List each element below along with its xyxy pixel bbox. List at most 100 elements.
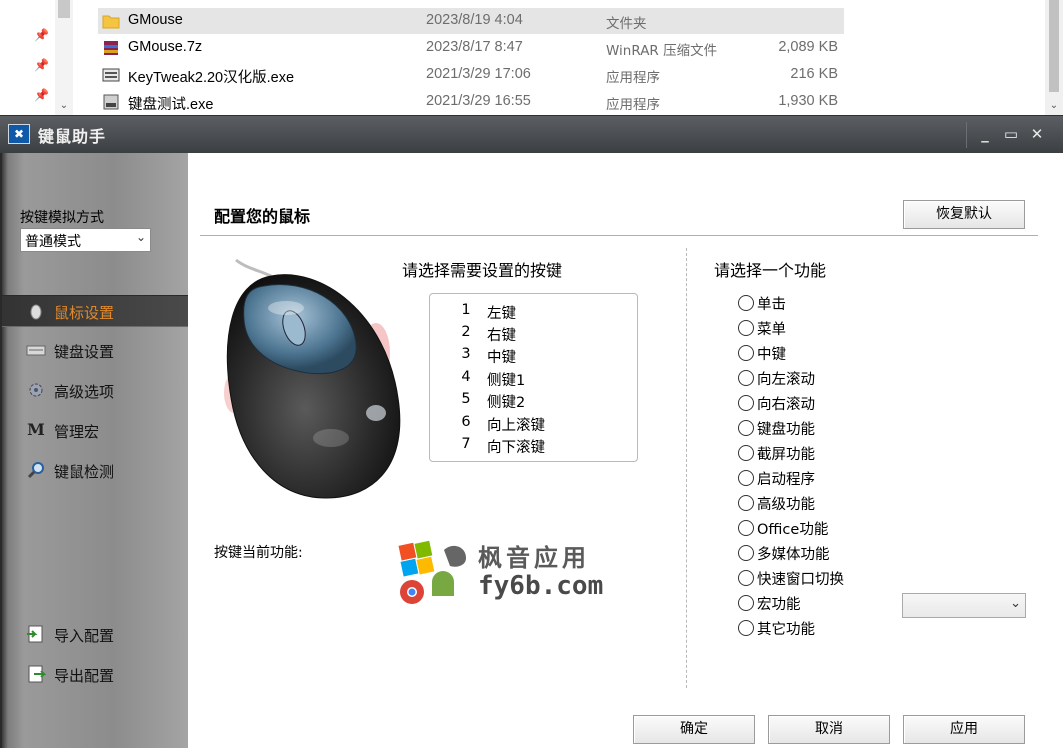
sidebar-item-label: 键盘设置 xyxy=(54,343,115,361)
minimize-button[interactable]: _ xyxy=(972,122,998,146)
macro-icon: M xyxy=(27,420,45,439)
radio-label: 其它功能 xyxy=(757,622,815,638)
file-type: 应用程序 xyxy=(606,97,660,113)
file-date: 2023/8/17 8:47 xyxy=(426,39,523,55)
key-label: 中键 xyxy=(487,350,516,366)
chevron-down-icon: ⌄ xyxy=(135,230,146,244)
maximize-button[interactable]: ▭ xyxy=(998,122,1024,146)
file-list-scrollbar[interactable]: ⌄ xyxy=(1045,0,1063,115)
mode-select[interactable]: 普通模式 ⌄ xyxy=(20,228,151,252)
pin-icon[interactable]: 📌 xyxy=(34,28,49,42)
file-type: 文件夹 xyxy=(606,16,647,32)
pin-icon[interactable]: 📌 xyxy=(34,58,49,72)
current-function-label: 按键当前功能: xyxy=(214,545,303,561)
file-name: 键盘测试.exe xyxy=(128,97,214,113)
radio-label: 菜单 xyxy=(757,322,786,338)
key-number: 1 xyxy=(461,302,471,318)
export-label: 导出配置 xyxy=(54,667,115,685)
key-number: 6 xyxy=(461,414,471,430)
radio-circle[interactable] xyxy=(738,620,754,636)
file-date: 2023/8/19 4:04 xyxy=(426,12,523,28)
app-window: ✖ 键鼠助手 _ ▭ ✕ 按键模拟方式 普通模式 ⌄ 鼠标设置 键盘设置 高级选… xyxy=(0,115,1063,748)
radio-circle[interactable] xyxy=(738,595,754,611)
import-label: 导入配置 xyxy=(54,627,115,645)
radio-label: 单击 xyxy=(757,297,786,313)
mouse-icon xyxy=(30,304,42,320)
radio-label: 高级功能 xyxy=(757,497,815,513)
sidebar-item-label: 高级选项 xyxy=(54,383,115,401)
cancel-button[interactable]: 取消 xyxy=(768,715,890,744)
sidebar-item-keyboard[interactable]: 键盘设置 xyxy=(2,335,190,367)
export-config-button[interactable]: 导出配置 xyxy=(2,659,190,691)
radio-circle[interactable] xyxy=(738,520,754,536)
sidebar-item-macro[interactable]: M 管理宏 xyxy=(2,415,190,447)
file-size: 216 KB xyxy=(790,66,838,82)
radio-label: 多媒体功能 xyxy=(757,547,830,563)
radio-label: 键盘功能 xyxy=(757,422,815,438)
folder-icon xyxy=(102,15,120,29)
sidebar-item-mouse[interactable]: 鼠标设置 xyxy=(2,295,190,327)
select-key-title: 请选择需要设置的按键 xyxy=(402,261,563,280)
watermark-url: fy6b.com xyxy=(478,571,604,601)
file-type: WinRAR 压缩文件 xyxy=(606,43,718,59)
mode-value: 普通模式 xyxy=(25,234,81,250)
archive-icon xyxy=(104,41,118,55)
window-title: 键鼠助手 xyxy=(38,127,107,146)
key-number: 3 xyxy=(461,346,471,362)
key-number: 2 xyxy=(461,324,471,340)
radio-circle[interactable] xyxy=(738,570,754,586)
keyboard-app-icon xyxy=(102,68,120,82)
radio-circle[interactable] xyxy=(738,345,754,361)
file-row[interactable]: 键盘测试.exe 2021/3/29 16:55 应用程序 1,930 KB xyxy=(98,89,844,115)
ok-button[interactable]: 确定 xyxy=(633,715,755,744)
gear-icon xyxy=(29,383,43,397)
scroll-thumb[interactable] xyxy=(58,0,70,18)
key-list[interactable]: 1 左键 2 右键 3 中键 4 侧键1 5 侧键2 6 向上滚键 7 向下滚键 xyxy=(429,293,638,462)
import-config-button[interactable]: 导入配置 xyxy=(2,619,190,651)
radio-label: 向右滚动 xyxy=(757,397,815,413)
sidebar-item-label: 键鼠检测 xyxy=(54,463,115,481)
sidebar-item-label: 管理宏 xyxy=(54,423,100,441)
pin-icon[interactable]: 📌 xyxy=(34,88,49,102)
watermark: 枫音应用 fy6b.com xyxy=(396,538,616,610)
file-size: 1,930 KB xyxy=(778,93,838,109)
chevron-down-icon[interactable]: ⌄ xyxy=(1045,100,1063,111)
key-number: 7 xyxy=(461,436,471,452)
sidebar-item-detect[interactable]: 键鼠检测 xyxy=(2,455,190,487)
radio-circle[interactable] xyxy=(738,445,754,461)
key-number: 5 xyxy=(461,391,471,407)
radio-label: 快速窗口切换 xyxy=(757,572,844,588)
export-icon xyxy=(28,665,46,683)
close-button[interactable]: ✕ xyxy=(1024,122,1050,146)
watermark-text: 枫音应用 xyxy=(478,544,590,572)
scroll-thumb[interactable] xyxy=(1049,0,1059,92)
radio-circle[interactable] xyxy=(738,320,754,336)
sidebar-item-advanced[interactable]: 高级选项 xyxy=(2,375,190,407)
title-separator xyxy=(966,122,967,148)
nav-pane-scrollbar[interactable]: ⌄ xyxy=(55,0,73,115)
chevron-down-icon[interactable]: ⌄ xyxy=(55,100,73,111)
radio-circle[interactable] xyxy=(738,295,754,311)
vertical-divider xyxy=(686,248,687,688)
radio-circle[interactable] xyxy=(738,545,754,561)
key-label: 侧键2 xyxy=(487,395,526,411)
main-panel: 配置您的鼠标 恢复默认 请选择需要设置的按键 1 左键 2 右键 3 中键 4 … xyxy=(188,153,1063,748)
radio-circle[interactable] xyxy=(738,420,754,436)
import-icon xyxy=(27,625,43,643)
apply-button[interactable]: 应用 xyxy=(903,715,1025,744)
radio-circle[interactable] xyxy=(738,495,754,511)
radio-circle[interactable] xyxy=(738,470,754,486)
macro-select[interactable]: ⌄ xyxy=(902,593,1026,618)
key-label: 侧键1 xyxy=(487,373,526,389)
radio-circle[interactable] xyxy=(738,370,754,386)
file-row[interactable]: KeyTweak2.20汉化版.exe 2021/3/29 17:06 应用程序… xyxy=(98,62,844,88)
file-row[interactable]: GMouse.7z 2023/8/17 8:47 WinRAR 压缩文件 2,0… xyxy=(98,35,844,61)
radio-label: 宏功能 xyxy=(757,597,801,613)
title-bar[interactable]: ✖ 键鼠助手 _ ▭ ✕ xyxy=(0,115,1063,153)
radio-circle[interactable] xyxy=(738,395,754,411)
file-explorer: 📌 📌 📌 ⌄ GMouse 2023/8/19 4:04 文件夹 GMouse… xyxy=(0,0,1063,115)
file-row[interactable]: GMouse 2023/8/19 4:04 文件夹 xyxy=(98,8,844,34)
reset-default-button[interactable]: 恢复默认 xyxy=(903,200,1025,229)
sidebar-item-label: 鼠标设置 xyxy=(54,304,115,322)
file-type: 应用程序 xyxy=(606,70,660,86)
